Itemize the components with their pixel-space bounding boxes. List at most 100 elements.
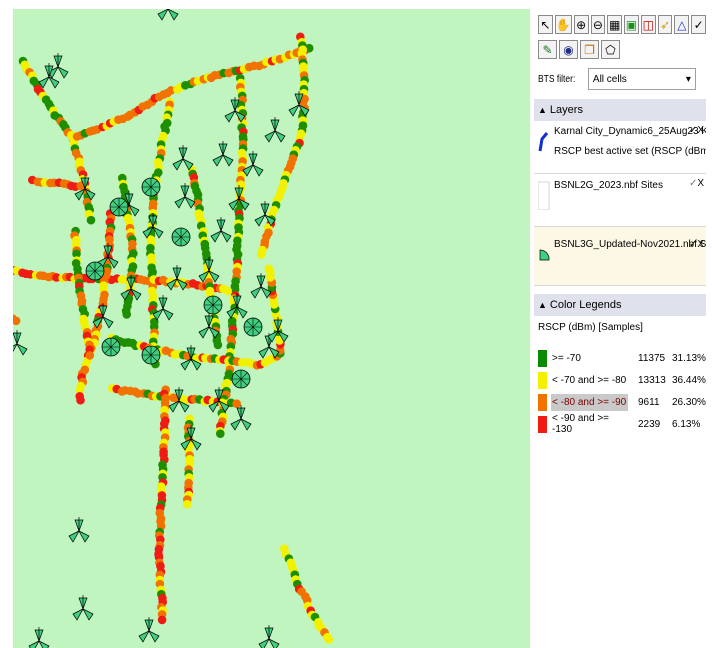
legend-row[interactable]: >= -70 11375 31.13% [534, 347, 706, 369]
rscp-sample [182, 499, 192, 509]
bts-filter-select[interactable]: All cells ▾ [587, 68, 696, 90]
legend-count: 11375 [638, 352, 666, 364]
legend-percent: 26.30% [672, 396, 706, 408]
zoom-out-icon[interactable]: ⊖ [590, 15, 606, 34]
rscp-sample [13, 316, 21, 326]
grid-icon[interactable]: ▦ [607, 15, 623, 34]
remove-layer-icon[interactable]: X [697, 125, 704, 136]
toolbar-row-2: ✎ ◉ ❐ ⬠ [538, 40, 706, 59]
select-area-icon[interactable]: ▣ [624, 15, 639, 34]
bts-site-cluster-icon[interactable] [203, 295, 223, 315]
bts-site-antenna-icon[interactable] [210, 216, 232, 243]
legend-percent: 6.13% [672, 418, 701, 430]
chevron-down-icon[interactable]: ▾ [686, 74, 691, 85]
layer-sub: RSCP best active set (RSCP (dBm)) [554, 146, 706, 157]
bts-site-cluster-icon[interactable] [171, 227, 191, 247]
measure-icon[interactable]: ◫ [640, 15, 656, 34]
bts-site-antenna-icon[interactable] [68, 516, 90, 543]
remove-layer-icon[interactable]: X [697, 239, 704, 250]
bts-site-antenna-icon[interactable] [28, 626, 50, 648]
rscp-sample [122, 310, 131, 319]
rscp-sample [85, 351, 95, 360]
legend-swatch [538, 371, 547, 389]
bts-site-cluster-icon[interactable] [141, 345, 161, 365]
collapse-triangle-icon[interactable]: ▲ [538, 300, 547, 310]
hand-pan-icon[interactable]: ✋ [554, 15, 572, 34]
rscp-sample [264, 264, 274, 274]
toolbar-row-1: ↖ ✋ ⊕ ⊖ ▦ ▣ ◫ ➶ △ ✓ [538, 15, 706, 34]
legend-swatch [538, 393, 547, 411]
legend-label: < -80 and >= -90 [551, 393, 628, 411]
globe-icon[interactable]: ◉ [559, 40, 578, 59]
bts-site-antenna-icon[interactable] [47, 52, 69, 79]
bts-site-antenna-icon[interactable] [138, 616, 160, 643]
rscp-sample [223, 286, 232, 296]
zoom-in-icon[interactable]: ⊕ [573, 15, 589, 34]
legend-count: 9611 [638, 396, 660, 408]
bts-site-cluster-icon[interactable] [243, 317, 263, 337]
legend-row[interactable]: < -90 and >= -130 2239 6.13% [534, 413, 706, 435]
legend-percent: 31.13% [672, 352, 706, 364]
site-sector-icon [538, 247, 552, 273]
rscp-sample [257, 250, 266, 259]
bts-site-antenna-icon[interactable] [212, 140, 234, 167]
rscp-sample [213, 340, 223, 350]
rscp-sample [324, 635, 334, 644]
bts-site-antenna-icon[interactable] [13, 329, 28, 356]
bts-site-cluster-icon[interactable] [141, 177, 161, 197]
color-legend: >= -70 11375 31.13% < -70 and >= -80 13313 36… [534, 347, 706, 435]
layer-name: BSNL3G_Updated-Nov2021.nbf Sites [554, 239, 706, 250]
bts-site-antenna-icon[interactable] [172, 144, 194, 171]
blank-layer-icon [538, 180, 552, 210]
bts-site-antenna-icon[interactable] [258, 624, 280, 648]
legend-count: 13313 [638, 374, 666, 386]
bts-site-cluster-icon[interactable] [231, 369, 251, 389]
rscp-sample [232, 399, 241, 409]
pointer-icon[interactable]: ↖ [538, 15, 553, 34]
rscp-sample [76, 395, 85, 405]
bts-site-antenna-icon[interactable] [264, 116, 286, 143]
bts-site-antenna-icon[interactable] [157, 9, 179, 21]
bts-site-antenna-icon[interactable] [230, 404, 252, 431]
bts-site-antenna-icon[interactable] [72, 594, 94, 621]
legend-label: < -70 and >= -80 [552, 374, 627, 386]
remove-layer-icon[interactable]: X [697, 178, 704, 189]
bts-site-cluster-icon[interactable] [101, 337, 121, 357]
rscp-sample [86, 215, 96, 225]
layer-item-bsnl3g[interactable]: BSNL3G_Updated-Nov2021.nbf Sites ✓X [534, 227, 706, 286]
layer-item-bsnl2g[interactable]: BSNL2G_2023.nbf Sites ✓X [534, 174, 706, 227]
layer-toggle[interactable]: ✓X [689, 125, 704, 136]
legend-header[interactable]: ▲ Color Legends [534, 294, 706, 316]
legend-label: < -90 and >= -130 [552, 413, 609, 435]
map-canvas[interactable] [13, 9, 530, 648]
polygon-select-icon[interactable]: ⬠ [601, 40, 620, 59]
bts-filter-label: BTS filter: [538, 73, 576, 85]
bts-filter-value: All cells [592, 73, 627, 85]
layer-copy-icon[interactable]: ❐ [580, 40, 599, 59]
legend-row[interactable]: < -80 and >= -90 9611 26.30% [534, 391, 706, 413]
legend-swatch [538, 349, 547, 367]
layer-toggle[interactable]: ✓X [689, 178, 704, 189]
route-icon[interactable]: ➶ [657, 15, 673, 34]
bts-site-cluster-icon[interactable] [109, 197, 129, 217]
layers-header[interactable]: ▲ Layers [534, 99, 706, 121]
legend-label: >= -70 [552, 352, 581, 364]
bts-site-cluster-icon[interactable] [85, 261, 105, 281]
site-edit-icon[interactable]: ✎ [538, 40, 557, 59]
legend-row[interactable]: < -70 and >= -80 13313 36.44% [534, 369, 706, 391]
bts-site-antenna-icon[interactable] [38, 62, 60, 89]
layer-name: BSNL2G_2023.nbf Sites [554, 180, 663, 191]
collapse-triangle-icon[interactable]: ▲ [538, 105, 547, 115]
checkmark-icon[interactable]: ✓ [691, 15, 706, 34]
drive-test-map[interactable] [13, 9, 530, 648]
layers-header-label: Layers [549, 104, 583, 116]
layer-item-drive-test[interactable]: Karnal City_Dynamic6_25Aug23 Karna RSCP … [534, 121, 706, 174]
layer-toggle[interactable]: ✓X [689, 239, 704, 250]
route-line-icon [538, 127, 552, 153]
legend-swatch [538, 415, 547, 433]
legend-title: RSCP (dBm) [Samples] [538, 322, 643, 333]
triangle-icon[interactable]: △ [674, 15, 690, 34]
legend-percent: 36.44% [672, 374, 706, 386]
legend-header-label: Color Legends [549, 299, 622, 311]
rscp-sample [157, 615, 167, 625]
